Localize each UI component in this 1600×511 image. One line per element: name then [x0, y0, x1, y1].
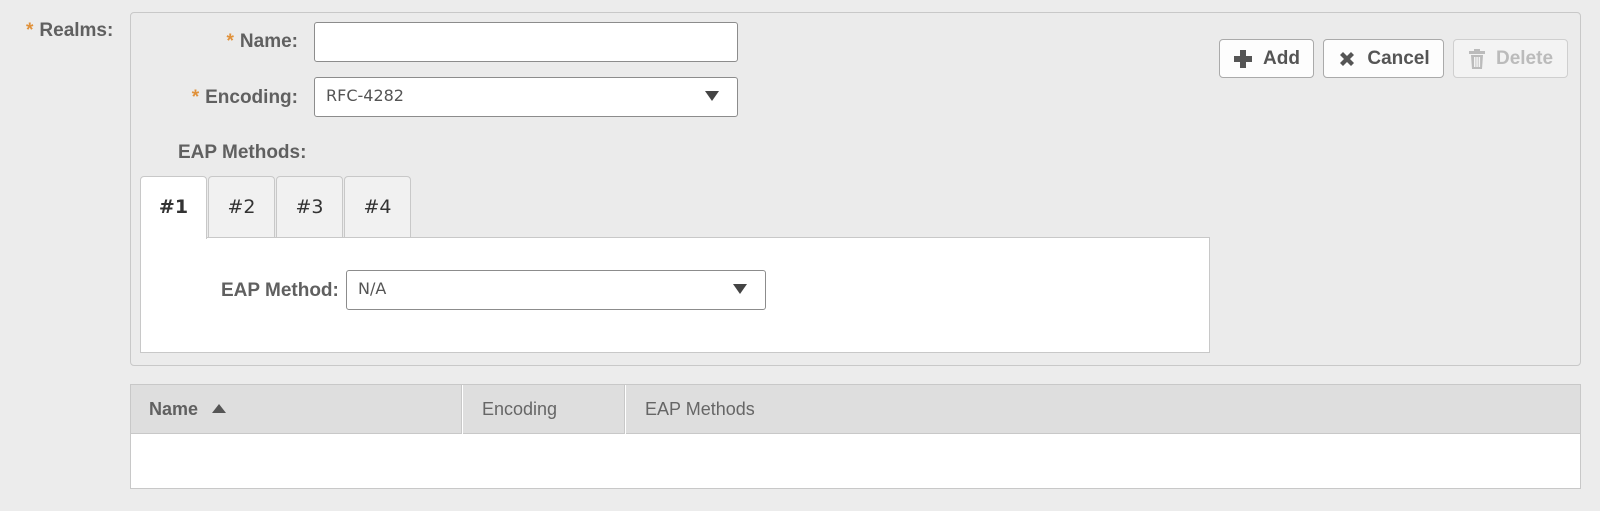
eap-methods-label: EAP Methods: — [178, 142, 307, 163]
eap-method-label: EAP Method: — [221, 280, 339, 301]
delete-button-label: Delete — [1495, 47, 1554, 69]
add-button[interactable]: Add — [1219, 39, 1314, 78]
encoding-label: * Encoding: — [191, 87, 298, 108]
realms-editor: * Realms: * Name: * Encoding: RFC-4282 EAP … — [0, 0, 1600, 511]
add-button-label: Add — [1263, 47, 1300, 69]
table-header: Name Encoding EAP Methods — [131, 385, 1580, 434]
trash-icon — [1468, 48, 1485, 69]
tab-eap-4[interactable]: #4 — [344, 176, 411, 238]
encoding-value: RFC-4282 — [326, 86, 404, 105]
eap-tab-panel: EAP Method: N/A — [140, 237, 1210, 353]
cancel-button-label: Cancel — [1367, 47, 1430, 69]
eap-method-select[interactable]: N/A — [346, 270, 766, 310]
tab-eap-1[interactable]: #1 — [140, 176, 207, 239]
realms-table: Name Encoding EAP Methods — [130, 384, 1581, 489]
caret-down-icon — [705, 91, 719, 101]
x-icon — [1340, 51, 1355, 66]
sort-ascending-icon — [212, 404, 227, 414]
eap-method-value: N/A — [358, 279, 387, 298]
plus-icon — [1234, 49, 1253, 68]
table-body — [131, 435, 1580, 489]
encoding-select[interactable]: RFC-4282 — [314, 77, 738, 117]
name-label: * Name: — [226, 31, 298, 52]
column-resize-handle[interactable] — [461, 385, 463, 434]
cancel-button[interactable]: Cancel — [1323, 39, 1444, 78]
realm-form-panel: * Name: * Encoding: RFC-4282 EAP Methods: … — [130, 12, 1581, 366]
column-header-eap-methods[interactable]: EAP Methods — [627, 385, 1527, 434]
tab-eap-3[interactable]: #3 — [276, 176, 343, 238]
column-header-name[interactable]: Name — [131, 385, 461, 434]
caret-down-icon — [733, 284, 747, 294]
required-mark: * — [26, 20, 34, 41]
tab-eap-2[interactable]: #2 — [208, 176, 275, 238]
column-header-encoding[interactable]: Encoding — [464, 385, 624, 434]
required-mark: * — [191, 87, 200, 108]
name-input[interactable] — [314, 22, 738, 62]
required-mark: * — [226, 31, 234, 52]
column-resize-handle[interactable] — [624, 385, 626, 434]
delete-button[interactable]: Delete — [1453, 39, 1568, 78]
